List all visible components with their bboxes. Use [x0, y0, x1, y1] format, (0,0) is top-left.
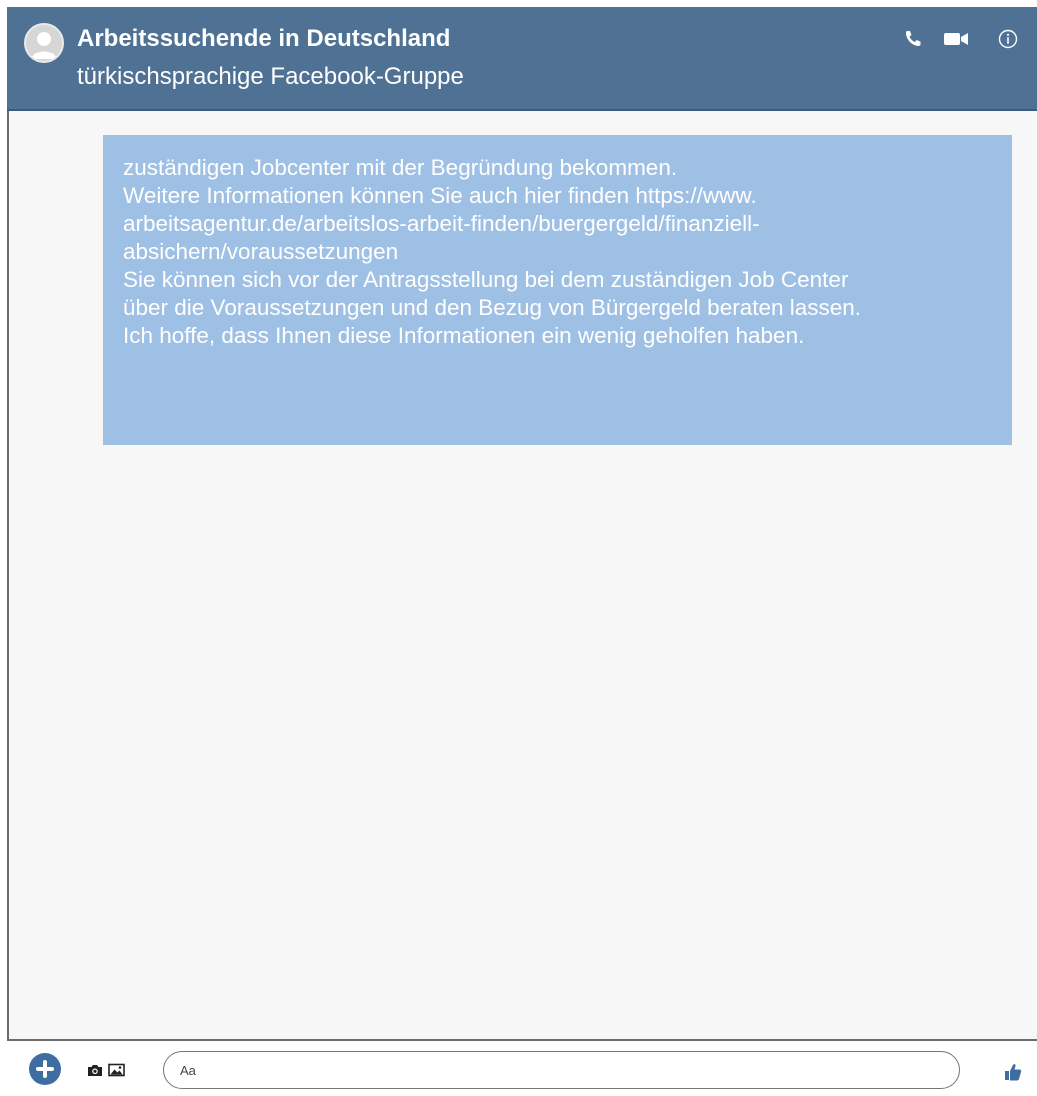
message-line: arbeitsagentur.de/arbeitslos-arbeit-find… [123, 211, 760, 236]
image-icon[interactable] [108, 1063, 125, 1082]
message-bubble: zuständigen Jobcenter mit der Begründung… [103, 135, 1012, 445]
camera-icon[interactable] [87, 1063, 103, 1082]
chat-subtitle: türkischsprachige Facebook-Gruppe [77, 63, 464, 90]
message-input[interactable] [164, 1052, 959, 1088]
message-line: Weitere Informationen können Sie auch hi… [123, 183, 757, 208]
message-line: über die Voraussetzungen und den Bezug v… [123, 295, 862, 320]
phone-icon[interactable] [900, 26, 926, 52]
chat-title: Arbeitssuchende in Deutschland [77, 25, 451, 52]
thumbs-up-icon[interactable] [1003, 1062, 1023, 1087]
message-line: Ich hoffe, dass Ihnen diese Informatione… [123, 323, 805, 348]
message-line: Sie können sich vor der Antragsstellung … [123, 267, 849, 292]
info-icon[interactable] [995, 26, 1021, 52]
video-camera-icon[interactable] [943, 26, 969, 52]
avatar[interactable] [24, 23, 64, 63]
add-icon[interactable] [29, 1053, 61, 1085]
message-line: zuständigen Jobcenter mit der Begründung… [123, 155, 678, 180]
message-input-box[interactable] [163, 1051, 960, 1089]
message-line: absichern/voraussetzungen [123, 239, 399, 264]
chat-header: Arbeitssuchende in Deutschland türkischs… [7, 7, 1037, 111]
